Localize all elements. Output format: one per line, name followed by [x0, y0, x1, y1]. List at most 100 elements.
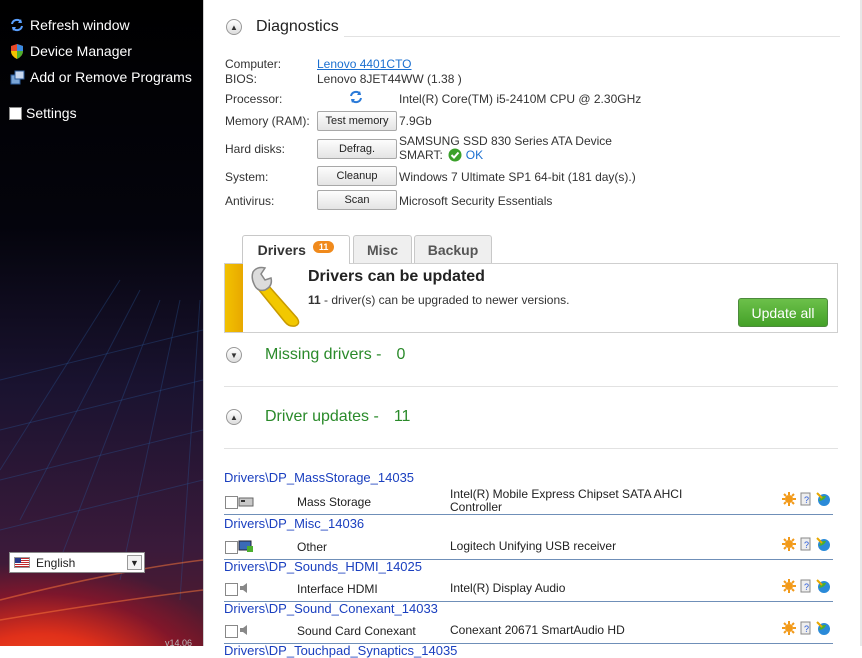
search-driver-icon[interactable]: [816, 492, 831, 510]
driver-updates-count: 11: [393, 408, 411, 425]
refresh-icon[interactable]: [349, 90, 363, 107]
processor-label: Processor:: [225, 92, 283, 106]
cleanup-button[interactable]: Cleanup: [317, 166, 397, 186]
antivirus-value: Microsoft Security Essentials: [399, 194, 553, 208]
tab-drivers[interactable]: Drivers 11: [242, 235, 350, 264]
drivers-panel-message: 11 - driver(s) can be upgraded to newer …: [308, 293, 569, 307]
tab-drivers-label: Drivers: [257, 242, 306, 258]
missing-drivers-label: Missing drivers -: [265, 346, 382, 363]
driver-device-class: Other: [297, 540, 328, 554]
device-manager-link[interactable]: Device Manager: [9, 41, 132, 61]
driver-row[interactable]: Other Logitech Unifying USB receiver ?: [224, 537, 833, 560]
svg-text:?: ?: [804, 582, 809, 592]
hard-disks-label: Hard disks:: [225, 142, 286, 156]
driver-device-class: Sound Card Conexant: [297, 624, 416, 638]
install-gear-icon[interactable]: [782, 492, 796, 509]
collapse-up-icon[interactable]: ▲: [226, 19, 242, 35]
sidebar: Refresh window Device Manager Add or Rem…: [0, 0, 203, 646]
driver-actions: ?: [782, 492, 834, 510]
driver-pack-path[interactable]: Drivers\DP_Sound_Conexant_14033: [224, 601, 438, 616]
driver-pack-path[interactable]: Drivers\DP_Misc_14036: [224, 516, 364, 531]
drivers-upgrade-count: 11: [308, 293, 321, 307]
svg-text:?: ?: [804, 624, 809, 634]
svg-text:?: ?: [804, 540, 809, 550]
driver-info-icon[interactable]: ?: [799, 579, 813, 596]
driver-actions: ?: [782, 537, 834, 555]
settings-checkbox[interactable]: [9, 106, 22, 120]
diagnostics-header[interactable]: ▲ Diagnostics: [226, 18, 339, 36]
missing-drivers-count: 0: [396, 346, 406, 363]
test-memory-button[interactable]: Test memory: [317, 111, 397, 131]
driver-pack-path[interactable]: Drivers\DP_Touchpad_Synaptics_14035: [224, 643, 457, 658]
refresh-window-label: Refresh window: [30, 17, 130, 33]
driver-row[interactable]: Interface HDMI Intel(R) Display Audio ?: [224, 579, 833, 602]
driver-description: Intel(R) Mobile Express Chipset SATA AHC…: [450, 488, 682, 514]
driver-info-icon[interactable]: ?: [799, 537, 813, 554]
driver-device-class: Interface HDMI: [297, 582, 378, 596]
system-value: Windows 7 Ultimate SP1 64-bit (181 day(s…: [399, 170, 636, 184]
driver-checkbox[interactable]: [225, 583, 238, 596]
divider: [224, 386, 838, 387]
search-driver-icon[interactable]: [816, 579, 831, 597]
computer-label: Computer:: [225, 57, 282, 71]
install-gear-icon[interactable]: [782, 537, 796, 554]
missing-drivers-header[interactable]: ▼ Missing drivers - 0: [226, 346, 405, 364]
settings-toggle[interactable]: Settings: [9, 103, 77, 123]
install-gear-icon[interactable]: [782, 579, 796, 596]
driver-checkbox[interactable]: [225, 496, 238, 509]
divider: [344, 36, 840, 37]
smart-label: SMART:: [399, 148, 443, 162]
speaker-icon: [238, 581, 254, 595]
driver-info-icon[interactable]: ?: [799, 621, 813, 638]
antivirus-label: Antivirus:: [225, 194, 275, 208]
drivers-count-badge: 11: [312, 241, 335, 253]
driver-description-line1: Intel(R) Mobile Express Chipset SATA AHC…: [450, 487, 683, 501]
storage-device-icon: [238, 494, 254, 508]
language-select[interactable]: English ▼: [9, 552, 145, 573]
drivers-panel-title: Drivers can be updated: [308, 268, 485, 285]
add-remove-programs-link[interactable]: Add or Remove Programs: [9, 67, 192, 87]
driver-description-line2: Controller: [450, 500, 503, 514]
driver-checkbox[interactable]: [225, 625, 238, 638]
defrag-button[interactable]: Defrag.: [317, 139, 397, 159]
system-label: System:: [225, 170, 269, 184]
tab-backup[interactable]: Backup: [414, 235, 492, 263]
tab-misc-label: Misc: [366, 241, 399, 258]
hard-disk-value: SAMSUNG SSD 830 Series ATA Device: [399, 134, 612, 148]
driver-pack-path[interactable]: Drivers\DP_Sounds_HDMI_14025: [224, 559, 422, 574]
memory-value: 7.9Gb: [399, 114, 432, 128]
bios-value: Lenovo 8JET44WW (1.38 ): [317, 72, 462, 86]
refresh-window-link[interactable]: Refresh window: [9, 15, 130, 35]
drivers-upgrade-text: - driver(s) can be upgraded to newer ver…: [320, 293, 570, 307]
sidebar-background: [0, 279, 203, 621]
usb-device-icon: [238, 539, 254, 553]
computer-link[interactable]: Lenovo 4401CTO: [317, 57, 412, 71]
shield-icon: [9, 43, 25, 59]
driver-description: Intel(R) Display Audio: [450, 581, 566, 595]
search-driver-icon[interactable]: [816, 537, 831, 555]
driver-pack-path[interactable]: Drivers\DP_MassStorage_14035: [224, 470, 414, 485]
processor-value: Intel(R) Core(TM) i5-2410M CPU @ 2.30GHz: [399, 92, 642, 106]
us-flag-icon: [14, 557, 30, 568]
collapse-up-icon[interactable]: ▲: [226, 409, 242, 425]
expand-down-icon[interactable]: ▼: [226, 347, 242, 363]
driver-info-icon[interactable]: ?: [799, 492, 813, 509]
driver-row[interactable]: Sound Card Conexant Conexant 20671 Smart…: [224, 621, 833, 644]
version-label: v14.06: [165, 638, 193, 646]
tab-backup-label: Backup: [427, 241, 479, 258]
smart-ok-value: OK: [465, 148, 484, 162]
scan-button[interactable]: Scan: [317, 190, 397, 210]
tab-misc[interactable]: Misc: [353, 235, 412, 263]
device-manager-label: Device Manager: [30, 43, 132, 59]
bios-label: BIOS:: [225, 72, 258, 86]
driver-row[interactable]: Mass Storage Intel(R) Mobile Express Chi…: [224, 488, 834, 515]
warning-stripe: [225, 264, 243, 332]
search-driver-icon[interactable]: [816, 621, 831, 639]
chevron-down-icon[interactable]: ▼: [127, 555, 142, 570]
install-gear-icon[interactable]: [782, 621, 796, 638]
wrench-icon: [251, 266, 305, 331]
driver-checkbox[interactable]: [225, 541, 238, 554]
driver-updates-header[interactable]: ▲ Driver updates - 11: [226, 408, 410, 426]
update-all-button[interactable]: Update all: [738, 298, 828, 327]
driver-device-class: Mass Storage: [297, 495, 372, 509]
